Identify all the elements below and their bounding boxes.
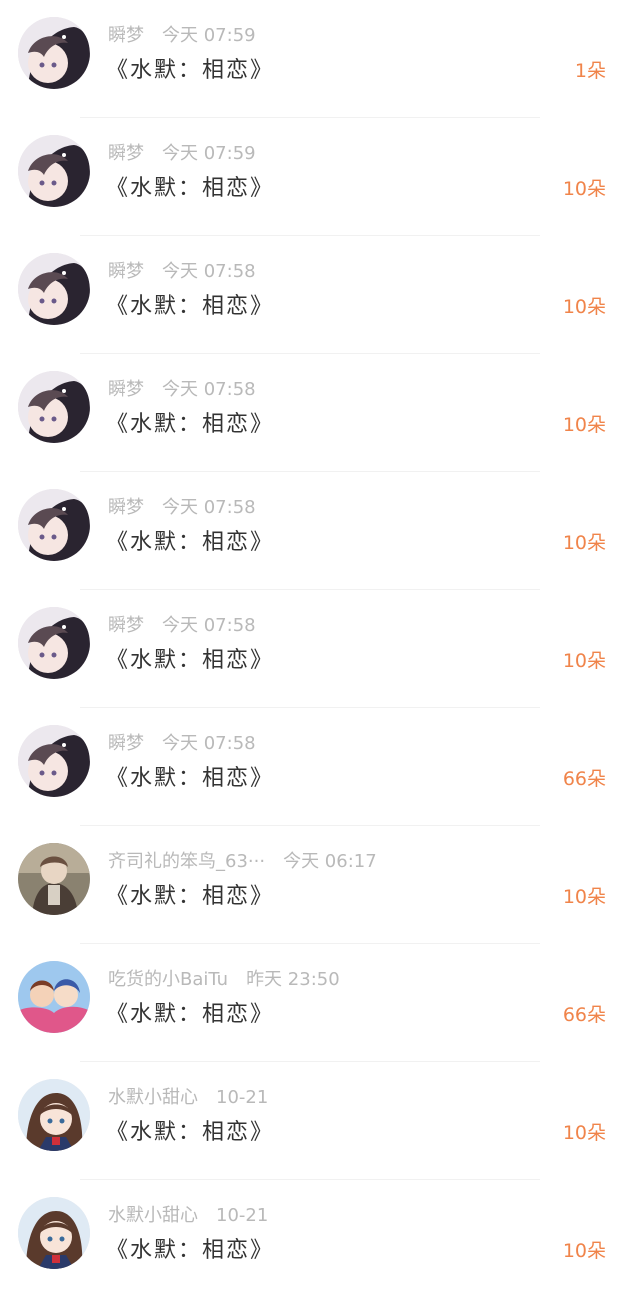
anime-schoolgirl-icon[interactable] — [18, 1079, 90, 1151]
item-meta: 瞬梦 今天 07:58 — [108, 496, 256, 520]
sender-name[interactable]: 瞬梦 — [108, 733, 144, 754]
anime-man-suit-icon[interactable] — [18, 843, 90, 915]
sender-name[interactable]: 吃货的小BaiTu — [108, 969, 228, 990]
item-meta: 瞬梦 今天 07:59 — [108, 24, 256, 48]
anime-girl-dark-hair-icon[interactable] — [18, 253, 90, 325]
list-item[interactable]: 瞬梦 今天 07:58 《水默：相恋》 66朵 — [0, 708, 620, 826]
work-title[interactable]: 《水默：相恋》 — [106, 174, 274, 204]
flower-count: 10朵 — [562, 886, 606, 908]
work-title[interactable]: 《水默：相恋》 — [106, 1118, 274, 1148]
list-item[interactable]: 瞬梦 今天 07:58 《水默：相恋》 10朵 — [0, 354, 620, 472]
flower-count: 10朵 — [562, 1240, 606, 1262]
send-time: 今天 07:58 — [162, 379, 256, 400]
item-meta: 瞬梦 今天 07:58 — [108, 378, 256, 402]
list-item[interactable]: 吃货的小BaiTu 昨天 23:50 《水默：相恋》 66朵 — [0, 944, 620, 1062]
item-meta: 瞬梦 今天 07:58 — [108, 260, 256, 284]
sender-name[interactable]: 瞬梦 — [108, 143, 144, 164]
list-item[interactable]: 瞬梦 今天 07:59 《水默：相恋》 1朵 — [0, 0, 620, 118]
item-meta: 水默小甜心 10-21 — [108, 1086, 268, 1110]
anime-couple-icon[interactable] — [18, 961, 90, 1033]
list-item[interactable]: 水默小甜心 10-21 《水默：相恋》 10朵 — [0, 1180, 620, 1298]
send-time: 昨天 23:50 — [246, 969, 340, 990]
send-time: 今天 07:58 — [162, 733, 256, 754]
item-meta: 吃货的小BaiTu 昨天 23:50 — [108, 968, 340, 992]
sender-name[interactable]: 瞬梦 — [108, 379, 144, 400]
send-time: 今天 06:17 — [283, 851, 377, 872]
flower-count: 10朵 — [562, 296, 606, 318]
item-meta: 瞬梦 今天 07:59 — [108, 142, 256, 166]
sender-name[interactable]: 瞬梦 — [108, 261, 144, 282]
anime-girl-dark-hair-icon[interactable] — [18, 371, 90, 443]
list-item[interactable]: 齐司礼的笨鸟_63··· 今天 06:17 《水默：相恋》 10朵 — [0, 826, 620, 944]
anime-girl-dark-hair-icon[interactable] — [18, 725, 90, 797]
work-title[interactable]: 《水默：相恋》 — [106, 56, 274, 86]
flower-count: 10朵 — [562, 650, 606, 672]
sender-name[interactable]: 瞬梦 — [108, 25, 144, 46]
work-title[interactable]: 《水默：相恋》 — [106, 410, 274, 440]
sender-name[interactable]: 水默小甜心 — [108, 1087, 198, 1108]
work-title[interactable]: 《水默：相恋》 — [106, 292, 274, 322]
list-item[interactable]: 瞬梦 今天 07:58 《水默：相恋》 10朵 — [0, 236, 620, 354]
flower-count: 1朵 — [574, 60, 606, 82]
sender-name[interactable]: 瞬梦 — [108, 615, 144, 636]
work-title[interactable]: 《水默：相恋》 — [106, 764, 274, 794]
flower-count: 66朵 — [562, 768, 606, 790]
work-title[interactable]: 《水默：相恋》 — [106, 646, 274, 676]
sender-name[interactable]: 齐司礼的笨鸟_63··· — [108, 851, 265, 872]
anime-girl-dark-hair-icon[interactable] — [18, 135, 90, 207]
list-item[interactable]: 瞬梦 今天 07:59 《水默：相恋》 10朵 — [0, 118, 620, 236]
send-time: 今天 07:58 — [162, 261, 256, 282]
item-meta: 瞬梦 今天 07:58 — [108, 732, 256, 756]
work-title[interactable]: 《水默：相恋》 — [106, 882, 274, 912]
send-time: 今天 07:59 — [162, 143, 256, 164]
gift-record-list: 瞬梦 今天 07:59 《水默：相恋》 1朵 瞬梦 今天 07:59 《水默：相恋》… — [0, 0, 620, 1298]
sender-name[interactable]: 瞬梦 — [108, 497, 144, 518]
anime-girl-dark-hair-icon[interactable] — [18, 17, 90, 89]
send-time: 今天 07:59 — [162, 25, 256, 46]
work-title[interactable]: 《水默：相恋》 — [106, 1236, 274, 1266]
list-item[interactable]: 瞬梦 今天 07:58 《水默：相恋》 10朵 — [0, 590, 620, 708]
flower-count: 10朵 — [562, 532, 606, 554]
send-time: 今天 07:58 — [162, 615, 256, 636]
flower-count: 10朵 — [562, 1122, 606, 1144]
item-meta: 齐司礼的笨鸟_63··· 今天 06:17 — [108, 850, 377, 874]
item-meta: 水默小甜心 10-21 — [108, 1204, 268, 1228]
send-time: 10-21 — [216, 1087, 269, 1108]
anime-girl-dark-hair-icon[interactable] — [18, 607, 90, 679]
list-item[interactable]: 水默小甜心 10-21 《水默：相恋》 10朵 — [0, 1062, 620, 1180]
anime-schoolgirl-icon[interactable] — [18, 1197, 90, 1269]
send-time: 10-21 — [216, 1205, 269, 1226]
work-title[interactable]: 《水默：相恋》 — [106, 1000, 274, 1030]
flower-count: 66朵 — [562, 1004, 606, 1026]
work-title[interactable]: 《水默：相恋》 — [106, 528, 274, 558]
flower-count: 10朵 — [562, 414, 606, 436]
list-item[interactable]: 瞬梦 今天 07:58 《水默：相恋》 10朵 — [0, 472, 620, 590]
flower-count: 10朵 — [562, 178, 606, 200]
sender-name[interactable]: 水默小甜心 — [108, 1205, 198, 1226]
anime-girl-dark-hair-icon[interactable] — [18, 489, 90, 561]
item-meta: 瞬梦 今天 07:58 — [108, 614, 256, 638]
send-time: 今天 07:58 — [162, 497, 256, 518]
